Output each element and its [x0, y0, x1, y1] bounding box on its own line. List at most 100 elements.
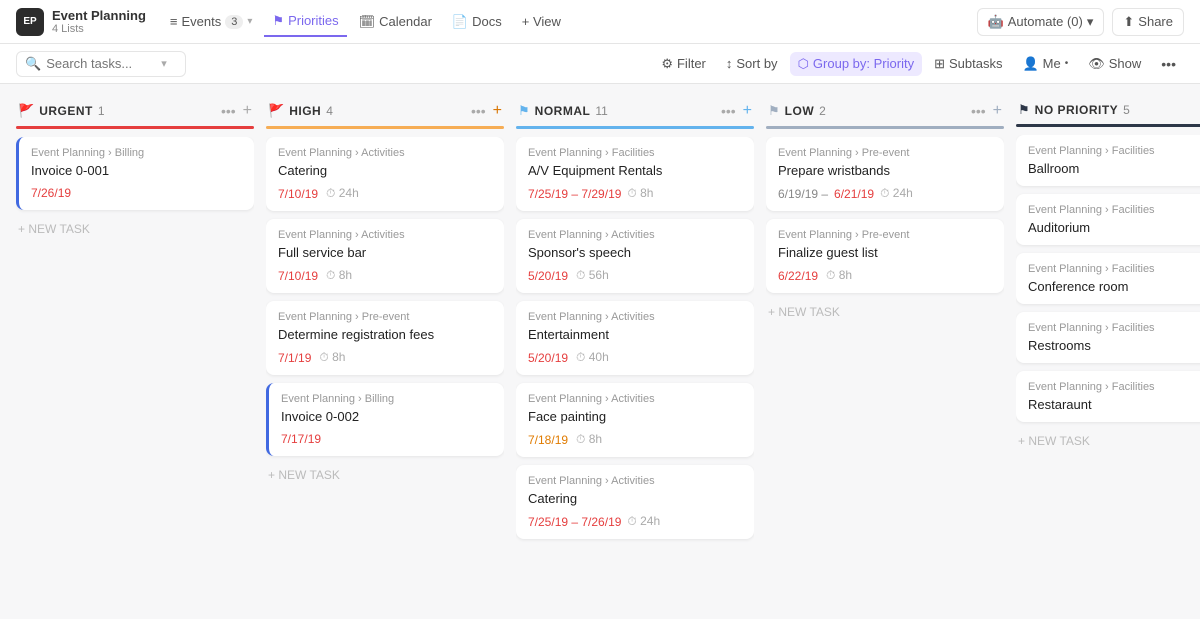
card-restrooms[interactable]: Event Planning › Facilities Restrooms — [1016, 312, 1200, 363]
events-icon: ≡ — [170, 14, 178, 29]
column-urgent: 🚩 URGENT 1 ••• + Event Planning › Billin… — [16, 98, 254, 605]
automate-button[interactable]: 🤖 Automate (0) ▾ — [977, 8, 1105, 36]
group-icon: ⬡ — [798, 56, 809, 72]
card-title: Determine registration fees — [278, 327, 492, 342]
card-title: Catering — [528, 491, 742, 506]
card-breadcrumb: Event Planning › Activities — [278, 229, 492, 241]
events-chevron: ▾ — [247, 16, 252, 27]
high-add-btn[interactable]: + — [493, 102, 502, 120]
card-title: Ballroom — [1028, 161, 1200, 176]
card-title: Restaraunt — [1028, 397, 1200, 412]
show-button[interactable]: 👁 Show — [1080, 52, 1149, 76]
card-meta: 7/25/19 – 7/29/19⏱ 8h — [528, 186, 742, 201]
high-more-btn[interactable]: ••• — [471, 103, 486, 119]
card-title: Prepare wristbands — [778, 163, 992, 178]
high-count: 4 — [326, 104, 333, 118]
nav-item-view[interactable]: + View — [514, 8, 569, 35]
card-ballroom[interactable]: Event Planning › Facilities Ballroom — [1016, 135, 1200, 186]
card-breadcrumb: Event Planning › Activities — [528, 393, 742, 405]
normal-more-btn[interactable]: ••• — [721, 103, 736, 119]
urgent-title: URGENT — [39, 104, 93, 118]
docs-icon: 📄 — [452, 14, 468, 30]
low-flag-icon: ⚑ — [768, 103, 780, 119]
calendar-icon: 🗓 — [359, 14, 376, 30]
low-count: 2 — [819, 104, 826, 118]
card-title: Catering — [278, 163, 492, 178]
new-task-low[interactable]: + NEW TASK — [766, 301, 1004, 323]
search-chevron: ▾ — [161, 57, 167, 70]
card-catering-high[interactable]: Event Planning › Activities Catering 7/1… — [266, 137, 504, 211]
column-no-priority: ⚑ NO PRIORITY 5 ••• Event Planning › Fac… — [1016, 98, 1200, 605]
new-task-no-priority[interactable]: + NEW TASK — [1016, 430, 1200, 452]
nav-right: 🤖 Automate (0) ▾ ⬆ Share — [977, 8, 1184, 36]
card-auditorium[interactable]: Event Planning › Facilities Auditorium — [1016, 194, 1200, 245]
search-input[interactable] — [46, 56, 156, 71]
project-subtitle: 4 Lists — [52, 23, 146, 35]
card-title: A/V Equipment Rentals — [528, 163, 742, 178]
card-finalize-guest-list[interactable]: Event Planning › Pre-event Finalize gues… — [766, 219, 1004, 293]
card-title: Invoice 0-002 — [281, 409, 492, 424]
card-title: Restrooms — [1028, 338, 1200, 353]
card-title: Full service bar — [278, 245, 492, 260]
card-breadcrumb: Event Planning › Billing — [281, 393, 492, 405]
priorities-label: Priorities — [288, 13, 339, 28]
card-entertainment[interactable]: Event Planning › Activities Entertainmen… — [516, 301, 754, 375]
card-conference-room[interactable]: Event Planning › Facilities Conference r… — [1016, 253, 1200, 304]
nav-item-events[interactable]: ≡ Events 3 ▾ — [162, 8, 261, 35]
high-cards: Event Planning › Activities Catering 7/1… — [266, 137, 504, 605]
nav-item-priorities[interactable]: ⚑ Priorities — [264, 7, 346, 37]
nav-item-docs[interactable]: 📄 Docs — [444, 8, 510, 36]
subtasks-button[interactable]: ⊞ Subtasks — [926, 52, 1010, 76]
search-icon: 🔍 — [25, 56, 41, 72]
card-meta: 6/22/19⏱ 8h — [778, 268, 992, 283]
card-av-equipment[interactable]: Event Planning › Facilities A/V Equipmen… — [516, 137, 754, 211]
card-breadcrumb: Event Planning › Activities — [528, 311, 742, 323]
more-button[interactable]: ••• — [1153, 52, 1184, 76]
share-label: Share — [1138, 14, 1173, 29]
new-task-urgent[interactable]: + NEW TASK — [16, 218, 254, 240]
card-title: Conference room — [1028, 279, 1200, 294]
low-more-btn[interactable]: ••• — [971, 103, 986, 119]
me-dot: • — [1065, 58, 1069, 69]
card-title: Invoice 0-001 — [31, 163, 242, 178]
card-breadcrumb: Event Planning › Activities — [278, 147, 492, 159]
project-info: Event Planning 4 Lists — [52, 8, 146, 36]
card-meta: 7/10/19⏱ 24h — [278, 186, 492, 201]
card-invoice-0002[interactable]: Event Planning › Billing Invoice 0-002 7… — [266, 383, 504, 456]
share-button[interactable]: ⬆ Share — [1112, 8, 1184, 36]
card-invoice-0001[interactable]: Event Planning › Billing Invoice 0-001 7… — [16, 137, 254, 210]
filter-button[interactable]: ⚙ Filter — [653, 52, 714, 76]
low-cards: Event Planning › Pre-event Prepare wrist… — [766, 137, 1004, 605]
calendar-label: Calendar — [379, 14, 432, 29]
card-breadcrumb: Event Planning › Activities — [528, 475, 742, 487]
card-reg-fees[interactable]: Event Planning › Pre-event Determine reg… — [266, 301, 504, 375]
card-face-painting[interactable]: Event Planning › Activities Face paintin… — [516, 383, 754, 457]
urgent-flag-icon: 🚩 — [18, 103, 34, 119]
card-restaraunt[interactable]: Event Planning › Facilities Restaraunt — [1016, 371, 1200, 422]
card-meta: 7/17/19 — [281, 432, 492, 446]
new-task-high[interactable]: + NEW TASK — [266, 464, 504, 486]
group-button[interactable]: ⬡ Group by: Priority — [790, 52, 923, 76]
normal-add-btn[interactable]: + — [743, 102, 752, 120]
urgent-add-btn[interactable]: + — [243, 102, 252, 120]
card-prepare-wristbands[interactable]: Event Planning › Pre-event Prepare wrist… — [766, 137, 1004, 211]
me-button[interactable]: 👤 Me • — [1014, 52, 1076, 76]
low-title: LOW — [785, 104, 815, 118]
column-high-header: 🚩 HIGH 4 ••• + — [266, 98, 504, 124]
card-breadcrumb: Event Planning › Facilities — [1028, 322, 1200, 334]
card-catering-normal[interactable]: Event Planning › Activities Catering 7/2… — [516, 465, 754, 539]
urgent-more-btn[interactable]: ••• — [221, 103, 236, 119]
sort-button[interactable]: ↕ Sort by — [718, 52, 786, 75]
no-priority-title: NO PRIORITY — [1035, 103, 1119, 117]
card-full-service-bar[interactable]: Event Planning › Activities Full service… — [266, 219, 504, 293]
card-sponsors-speech[interactable]: Event Planning › Activities Sponsor's sp… — [516, 219, 754, 293]
toolbar: 🔍 ▾ ⚙ Filter ↕ Sort by ⬡ Group by: Prior… — [0, 44, 1200, 84]
nav-item-calendar[interactable]: 🗓 Calendar — [351, 8, 440, 36]
card-meta: 7/18/19⏱ 8h — [528, 432, 742, 447]
low-add-btn[interactable]: + — [993, 102, 1002, 120]
view-label: + View — [522, 14, 561, 29]
search-box[interactable]: 🔍 ▾ — [16, 51, 186, 77]
column-no-priority-header: ⚑ NO PRIORITY 5 ••• — [1016, 98, 1200, 122]
card-breadcrumb: Event Planning › Facilities — [1028, 263, 1200, 275]
card-breadcrumb: Event Planning › Billing — [31, 147, 242, 159]
